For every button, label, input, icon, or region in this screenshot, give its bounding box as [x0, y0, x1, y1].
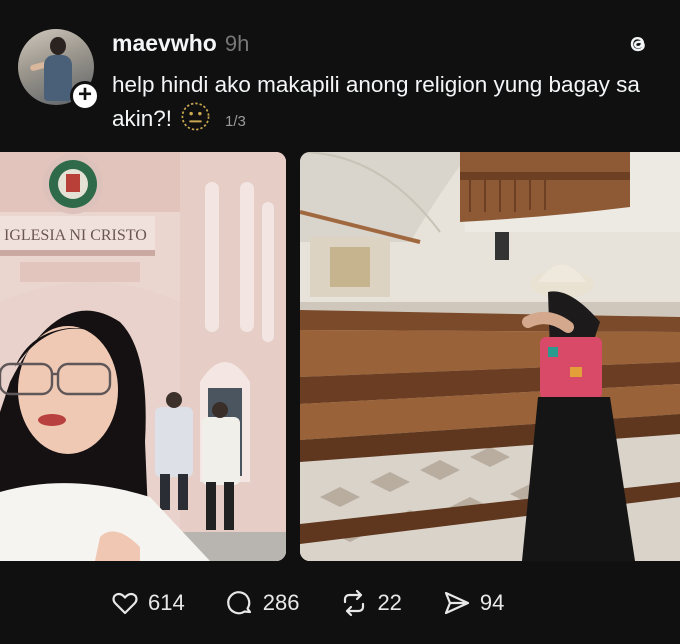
comment-icon	[226, 591, 251, 615]
like-count: 614	[148, 590, 185, 615]
send-icon	[444, 591, 470, 615]
reply-action[interactable]: 286	[225, 588, 300, 618]
threads-logo-icon[interactable]	[624, 30, 652, 58]
action-bar: 614 286 22 94	[110, 586, 544, 620]
repost-icon	[344, 589, 365, 617]
post-caption: help hindi ako makapili anong religion y…	[112, 68, 652, 138]
avatar-figure-head	[50, 37, 66, 55]
reply-count: 286	[262, 590, 300, 615]
repost-action[interactable]: 22	[339, 588, 402, 618]
church-interior-photo[interactable]	[300, 152, 680, 561]
heart-icon	[112, 592, 138, 615]
share-action[interactable]: 94	[442, 588, 504, 618]
church-sign-text: IGLESIA NI CRISTO	[4, 227, 147, 244]
avatar-wrap[interactable]: +	[18, 29, 100, 111]
neutral-face-emoji-icon	[181, 102, 210, 131]
church-sign: IGLESIA NI CRISTO	[4, 227, 147, 244]
avatar-figure-body	[44, 55, 72, 101]
carousel-counter: 1/3	[225, 113, 246, 130]
thread-post: + maevwho 9h help hindi ako makapili ano…	[0, 0, 680, 644]
follow-button[interactable]: +	[70, 81, 100, 111]
post-header: maevwho 9h	[112, 30, 249, 56]
repost-count: 22	[377, 590, 402, 615]
church-facade-photo[interactable]: IGLESIA NI CRISTO	[0, 152, 286, 561]
like-action[interactable]: 614	[110, 588, 185, 618]
church-interior-illustration	[300, 152, 680, 561]
username[interactable]: maevwho	[112, 30, 217, 57]
timestamp: 9h	[224, 31, 250, 56]
share-count: 94	[479, 590, 505, 615]
